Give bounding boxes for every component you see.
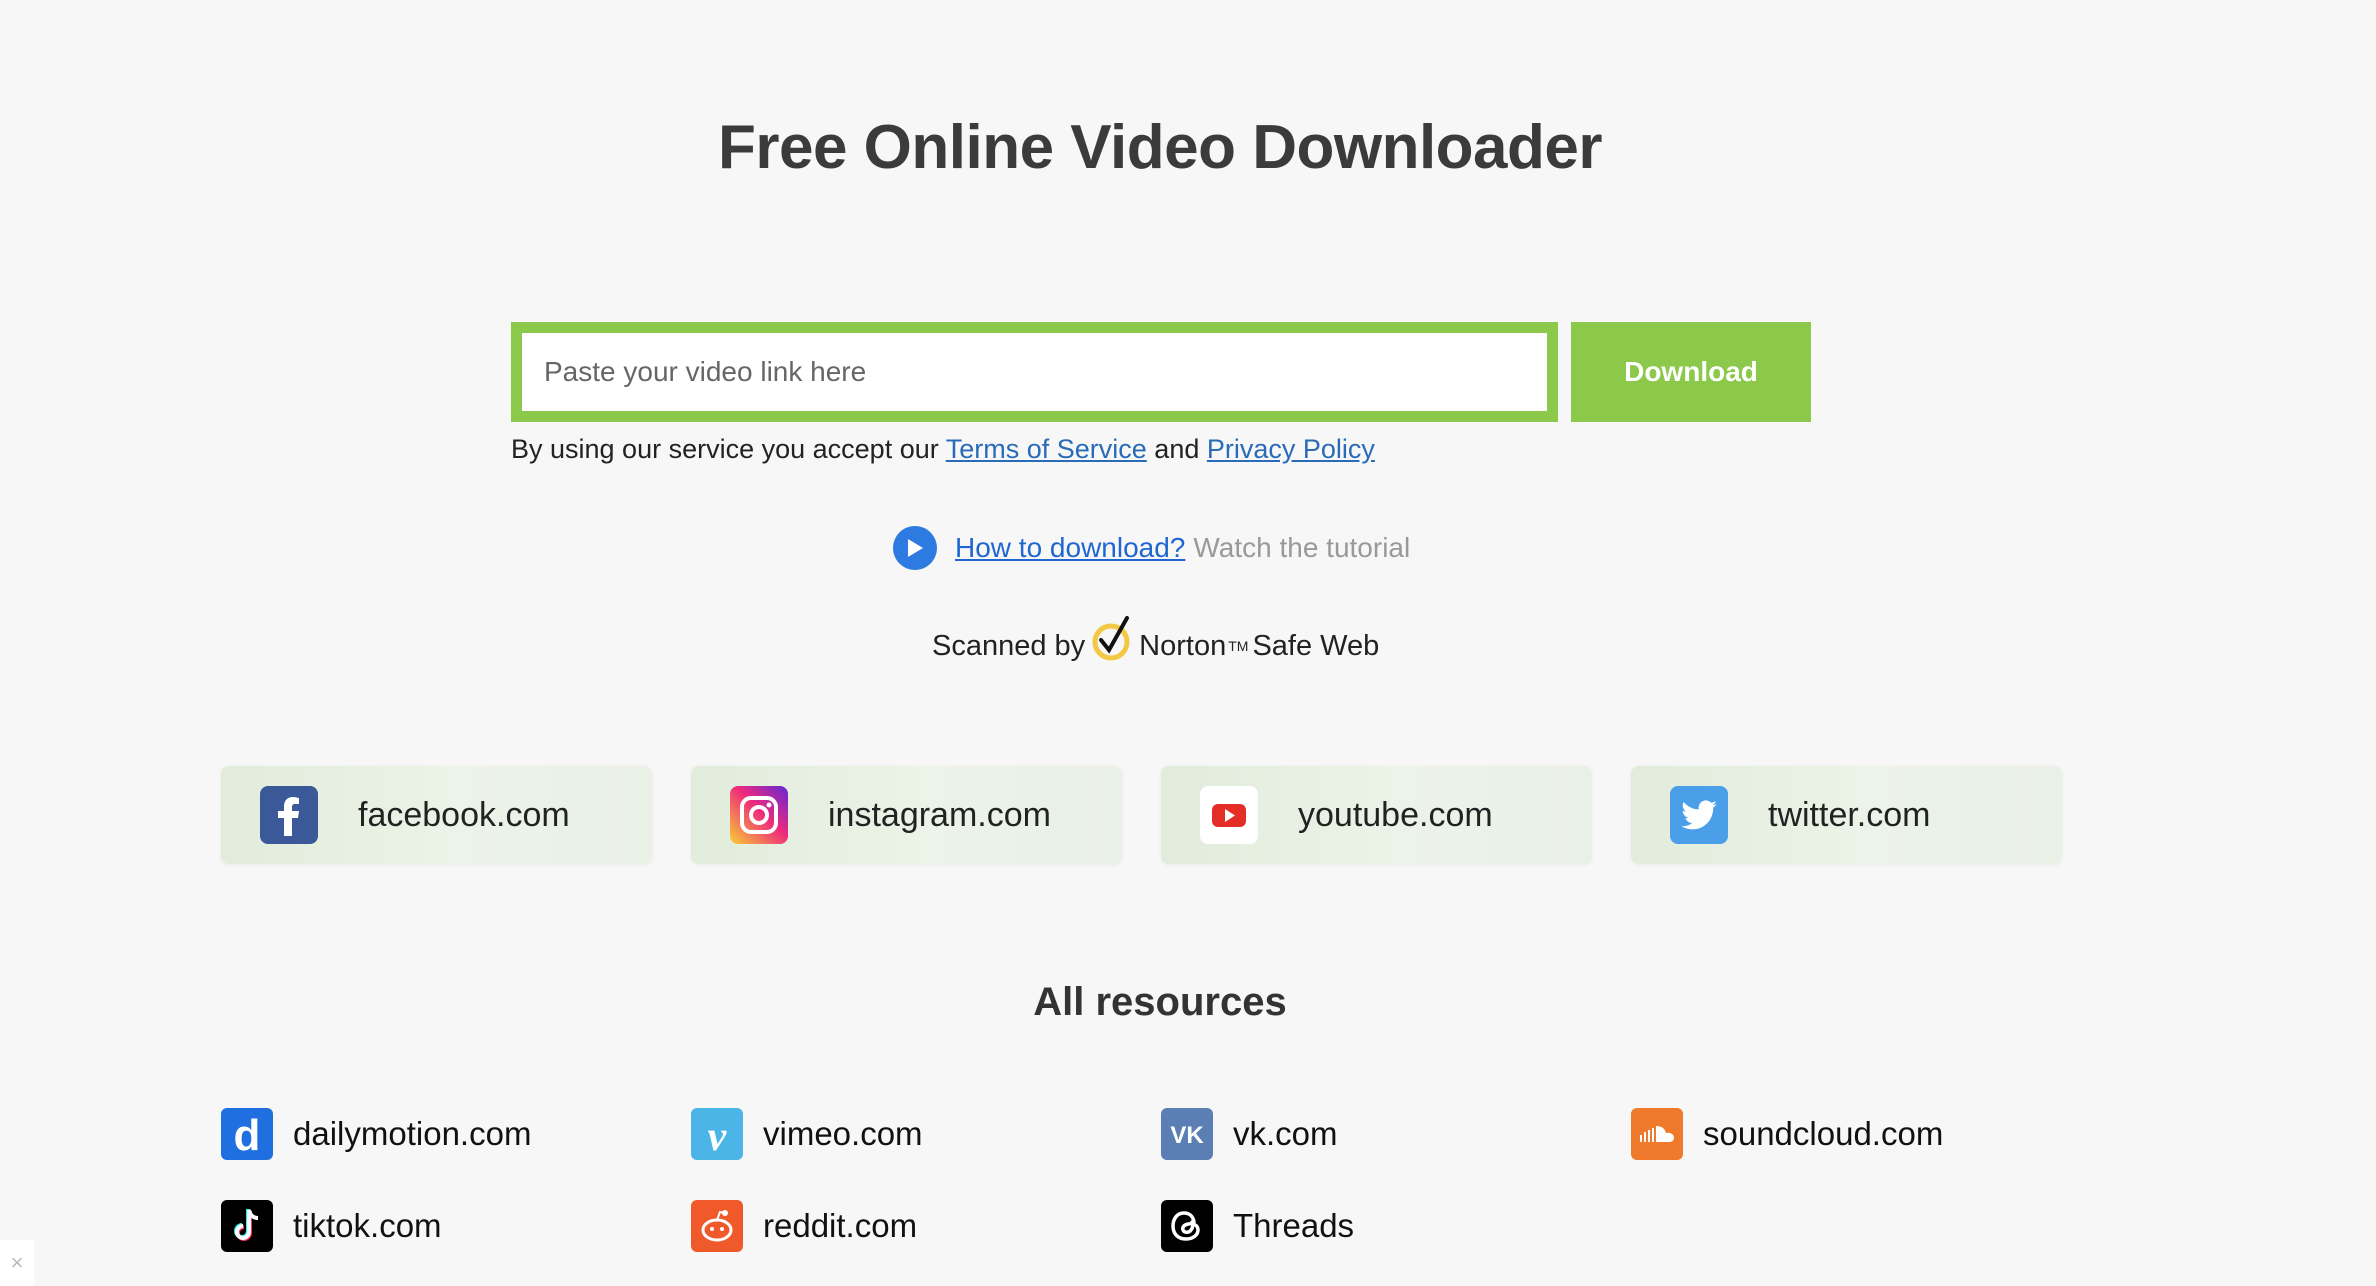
resource-label: tiktok.com [293, 1207, 442, 1244]
svg-text:d: d [234, 1111, 261, 1160]
youtube-icon [1200, 786, 1258, 844]
tutorial-text: Watch the tutorial [1193, 532, 1411, 563]
svg-text:VK: VK [1170, 1122, 1204, 1149]
resource-tiktok[interactable]: tiktok.com [221, 1200, 691, 1252]
facebook-icon [260, 786, 318, 844]
privacy-policy-link[interactable]: Privacy Policy [1207, 434, 1375, 464]
norton-suffix: Safe Web [1252, 629, 1380, 662]
resources-heading: All resources [1033, 980, 1287, 1024]
dailymotion-icon: d [221, 1108, 273, 1160]
twitter-icon [1670, 786, 1728, 844]
resource-soundcloud[interactable]: soundcloud.com [1631, 1108, 2101, 1160]
resource-vimeo[interactable]: v vimeo.com [691, 1108, 1161, 1160]
resource-label: vk.com [1233, 1115, 1338, 1152]
threads-icon [1161, 1200, 1213, 1252]
featured-site-youtube[interactable]: youtube.com [1161, 766, 1592, 864]
resource-label: Threads [1233, 1207, 1355, 1244]
terms-middle: and [1146, 434, 1207, 464]
featured-site-label: youtube.com [1298, 795, 1493, 834]
resource-dailymotion[interactable]: d dailymotion.com [221, 1108, 691, 1160]
norton-brand: Norton [1139, 629, 1227, 662]
svg-text:v: v [708, 1114, 728, 1160]
resource-label: reddit.com [763, 1207, 918, 1244]
tutorial-row: How to download? Watch the tutorial [893, 525, 1410, 571]
resource-label: soundcloud.com [1703, 1115, 1944, 1152]
featured-sites: facebook.com instagram.com youtube.com t… [221, 766, 2062, 864]
page: Free Online Video Downloader Download By… [0, 0, 2376, 1286]
featured-site-instagram[interactable]: instagram.com [691, 766, 1122, 864]
soundcloud-icon [1631, 1108, 1683, 1160]
tiktok-icon [221, 1200, 273, 1252]
terms-of-service-link[interactable]: Terms of Service [946, 434, 1147, 464]
resources-grid: d dailymotion.com v vimeo.com VK vk.com … [221, 1108, 2101, 1252]
resource-label: dailymotion.com [293, 1115, 532, 1152]
featured-site-twitter[interactable]: twitter.com [1631, 766, 2062, 864]
resource-vk[interactable]: VK vk.com [1161, 1108, 1631, 1160]
featured-site-label: instagram.com [828, 795, 1051, 834]
terms-prefix: By using our service you accept our [511, 434, 946, 464]
download-button[interactable]: Download [1571, 322, 1811, 422]
featured-site-label: facebook.com [358, 795, 570, 834]
resource-reddit[interactable]: reddit.com [691, 1200, 1161, 1252]
norton-prefix: Scanned by [932, 629, 1086, 662]
search-frame [511, 322, 1558, 422]
terms-notice: By using our service you accept our Term… [511, 434, 1375, 465]
vk-icon: VK [1161, 1108, 1213, 1160]
norton-check-icon [1092, 616, 1130, 661]
featured-site-label: twitter.com [1768, 795, 1931, 834]
featured-site-facebook[interactable]: facebook.com [221, 766, 652, 864]
resource-label: vimeo.com [763, 1115, 923, 1152]
video-link-input[interactable] [522, 333, 1547, 411]
page-title: Free Online Video Downloader [717, 113, 1603, 182]
vimeo-icon: v [691, 1108, 743, 1160]
resource-threads[interactable]: Threads [1161, 1200, 1631, 1252]
instagram-icon [730, 786, 788, 844]
how-to-download-link[interactable]: How to download? [955, 532, 1185, 564]
norton-badge: Scanned by Norton TM Safe Web [932, 616, 1379, 676]
reddit-icon [691, 1200, 743, 1252]
norton-tm: TM [1228, 638, 1249, 654]
close-icon[interactable]: × [0, 1240, 34, 1286]
play-icon[interactable] [893, 526, 937, 570]
